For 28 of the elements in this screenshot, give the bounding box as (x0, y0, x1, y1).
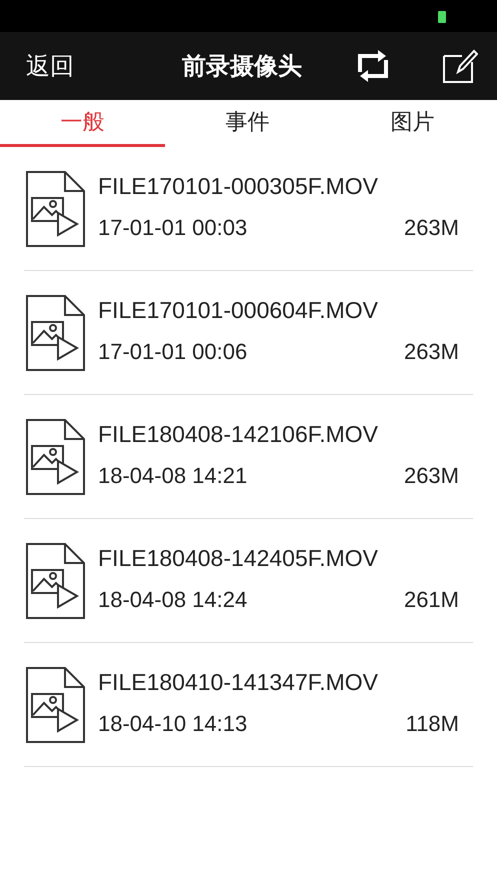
switch-icon[interactable] (356, 48, 390, 84)
video-file-icon (24, 416, 86, 496)
file-size: 263M (404, 214, 459, 242)
file-date: 18-04-08 14:21 (98, 462, 248, 490)
video-file-icon (24, 540, 86, 620)
back-button[interactable]: 返回 (26, 48, 74, 84)
file-date: 18-04-08 14:24 (98, 586, 248, 614)
video-file-icon (24, 664, 86, 744)
file-size: 261M (404, 586, 459, 614)
file-date: 17-01-01 00:06 (98, 338, 248, 366)
file-size: 263M (404, 462, 459, 490)
file-size: 118M (406, 710, 459, 738)
file-name[interactable]: FILE180408-142106F.MOV (98, 420, 473, 448)
tab[interactable]: 事件 (165, 100, 330, 147)
file-name[interactable]: FILE170101-000604F.MOV (98, 296, 473, 324)
file-size: 263M (404, 338, 459, 366)
edit-icon[interactable] (442, 48, 478, 84)
tab[interactable]: 一般 (0, 100, 165, 147)
video-file-icon (24, 292, 86, 372)
file-date: 18-04-10 14:13 (98, 710, 248, 738)
file-name[interactable]: FILE180410-141347F.MOV (98, 668, 473, 696)
file-name[interactable]: FILE170101-000305F.MOV (98, 172, 473, 200)
battery-icon (438, 11, 446, 23)
file-date: 17-01-01 00:03 (98, 214, 248, 242)
file-name[interactable]: FILE180408-142405F.MOV (98, 544, 473, 572)
video-file-icon (24, 168, 86, 248)
page-title: 前录摄像头 (182, 51, 302, 82)
tab[interactable]: 图片 (330, 100, 495, 147)
